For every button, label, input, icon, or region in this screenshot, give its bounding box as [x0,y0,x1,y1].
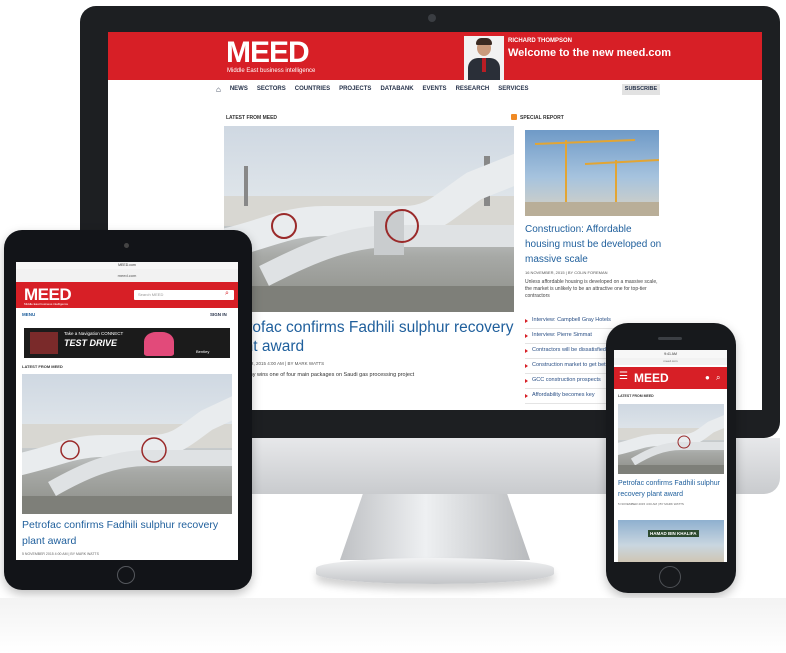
phone-site-header [614,367,727,389]
tablet-lead-headline[interactable]: Petrofac confirms Fadhili sulphur recove… [22,517,234,549]
subscribe-button[interactable]: SUBSCRIBE [622,84,660,95]
phone-lead-headline[interactable]: Petrofac confirms Fadhili sulphur recove… [618,478,724,500]
phone-status-bar: 9:41 AM [614,350,727,358]
ad-line-1: Take a Navigation CONNECT [64,331,124,336]
special-report-summary: Unless affordable housing is developed o… [525,279,658,299]
hamburger-menu-icon[interactable]: ☰ [619,372,628,382]
tablet-url-bar[interactable]: meed.com [16,269,238,282]
user-icon[interactable]: ● [705,373,710,382]
latest-heading: LATEST FROM MEED [226,115,278,121]
nav-item-events[interactable]: EVENTS [423,86,447,92]
nav-item-services[interactable]: SERVICES [498,86,528,92]
phone-second-image[interactable]: HAMAD BIN KHALIFA [618,520,724,562]
tablet-ad-banner[interactable]: Take a Navigation CONNECT TEST DRIVE Ben… [24,328,230,358]
nav-item-news[interactable]: NEWS [230,86,248,92]
phone-lead-image[interactable] [618,404,724,474]
monitor-stand [340,494,530,560]
phone-home-button[interactable] [659,566,681,588]
phone-speaker [658,337,682,340]
user-avatar [464,36,504,80]
ad-car-icon [30,332,58,354]
lead-story-image[interactable] [224,126,514,312]
nav-item-projects[interactable]: PROJECTS [339,86,371,92]
lead-headline[interactable]: Petrofac confirms Fadhili sulphur recove… [224,318,514,356]
tablet-screen: MEED.com meed.com MEED Middle East busin… [16,262,238,560]
tablet-latest-heading: LATEST FROM MEED [22,364,63,369]
monitor-stand-base [316,558,554,584]
nav-item-databank[interactable]: DATABANK [380,86,413,92]
ad-line-2: TEST DRIVE [64,338,118,348]
search-icon[interactable]: ⌕ [225,290,229,298]
ad-brand: Bentley [196,349,210,354]
user-name: RICHARD THOMPSON [508,38,572,44]
tablet-lead-meta: 5 NOVEMBER 2015 4:00 AM | BY MARK WATTS [22,552,99,556]
phone-lead-meta: 5 NOVEMBER 2015 4:00 AM | BY MARK WATTS [618,502,684,506]
tablet-logo-tagline: Middle East business intelligence [24,302,69,306]
home-icon[interactable]: ⌂ [216,85,221,94]
ad-figure-icon [144,332,174,356]
meed-logo[interactable]: MEED [226,36,310,70]
phone-latest-heading: LATEST FROM MEED [618,394,654,398]
search-icon[interactable]: ⌕ [716,373,720,383]
tablet-search-input[interactable]: Search MEED [134,290,234,300]
nav-item-sectors[interactable]: SECTORS [257,86,286,92]
floor-reflection [0,598,786,653]
tablet-home-button[interactable] [117,566,135,584]
tablet-lead-image[interactable] [22,374,232,514]
rss-icon[interactable] [511,114,517,120]
street-sign: HAMAD BIN KHALIFA [648,530,699,537]
nav-item-countries[interactable]: COUNTRIES [295,86,330,92]
main-nav: ⌂ NEWS SECTORS COUNTRIES PROJECTS DATABA… [216,81,656,97]
tablet-camera [124,243,129,248]
tablet-menu-button[interactable]: MENU [22,312,35,317]
welcome-message: Welcome to the new meed.com [508,47,672,59]
nav-item-research[interactable]: RESEARCH [456,86,490,92]
phone-url-bar[interactable]: meed.com [614,358,727,365]
special-report-meta: 16 NOVEMBER, 2015 | BY COLIN FOREMAN [525,270,608,275]
special-report-headline[interactable]: Construction: Affordable housing must be… [525,222,665,267]
tablet-signin-button[interactable]: SIGN IN [210,312,227,317]
special-report-heading[interactable]: SPECIAL REPORT [520,115,564,121]
lead-summary: UK company wins one of four main package… [224,372,415,378]
phone-screen: 9:41 AM meed.com ☰ MEED ● ⌕ LATEST FROM … [614,350,727,562]
phone-meed-logo[interactable]: MEED [634,371,669,385]
logo-tagline: Middle East business intelligence [227,68,316,74]
tablet-status-bar: MEED.com [16,262,238,269]
monitor-camera [428,14,436,22]
special-report-image[interactable] [525,130,659,216]
